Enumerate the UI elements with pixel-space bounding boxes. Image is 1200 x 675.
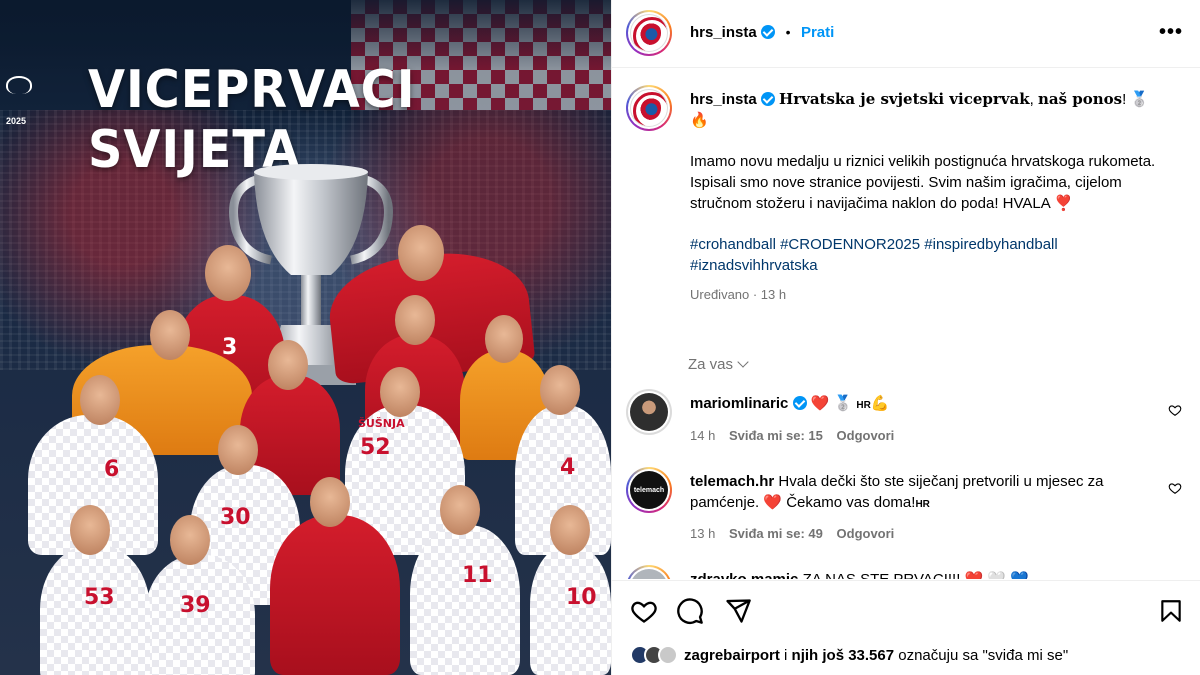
verified-badge-icon: [792, 396, 807, 410]
follow-button[interactable]: Prati: [801, 24, 834, 41]
bookmark-icon[interactable]: [1158, 597, 1184, 625]
likes-count[interactable]: njih još 33.567: [792, 647, 895, 664]
comment-username[interactable]: telemach.hr: [690, 473, 774, 490]
verified-badge-icon: [761, 25, 776, 39]
avatar[interactable]: [626, 389, 672, 435]
comment-username[interactable]: mariomlinaric: [690, 395, 788, 412]
post-image[interactable]: 2025 VICEPRVACI SVIJETA 3 52 ŠUŠNJA 6 4 …: [0, 0, 611, 675]
comment-item: mariomlinaric ❤️ 🥈 HR💪 14 h Sviđa mi se:…: [626, 389, 1186, 449]
for-you-dropdown[interactable]: Za vas: [688, 356, 749, 373]
post-header: hrs_insta • Prati •••: [612, 0, 1200, 68]
post-side-panel: hrs_insta • Prati ••• hrs_insta Hrvatska…: [611, 0, 1200, 675]
comment-icon[interactable]: [676, 597, 704, 625]
liker-avatar: [658, 645, 678, 665]
avatar[interactable]: telemach: [626, 467, 672, 513]
caption-body: Imamo novu medalju u riznici velikih pos…: [690, 153, 1156, 212]
share-icon[interactable]: [724, 597, 752, 625]
ellipsis-icon[interactable]: •••: [1159, 22, 1183, 42]
heart-icon[interactable]: [630, 597, 658, 625]
handball-logo-icon: [6, 76, 32, 94]
comment-likes-count[interactable]: Sviđa mi se: 49: [729, 526, 823, 541]
caption-username[interactable]: hrs_insta: [690, 91, 757, 108]
comment-item: zdravko.mamic ZA NAS STE PRVACI!!! ❤️ 🤍 …: [626, 565, 1186, 579]
chevron-down-icon: [737, 356, 749, 368]
reply-button[interactable]: Odgovori: [837, 526, 895, 541]
hrs-logo-icon: [630, 89, 668, 127]
caption-avatar[interactable]: [626, 85, 672, 131]
likes-summary: zagrebairport i njih još 33.567 označuju…: [630, 645, 1068, 665]
hrs-logo-icon: [630, 14, 668, 52]
avatar[interactable]: [626, 10, 672, 56]
header-username[interactable]: hrs_insta: [690, 24, 757, 41]
fire-emoji: 🔥: [690, 112, 709, 129]
reply-button[interactable]: Odgovori: [837, 428, 895, 443]
comment-item: telemach telemach.hr Hvala dečki što ste…: [626, 467, 1186, 547]
comment-like-heart-icon[interactable]: [1168, 403, 1182, 417]
first-liker-username[interactable]: zagrebairport: [684, 647, 780, 664]
post-actions-bar: zagrebairport i njih još 33.567 označuju…: [612, 580, 1200, 675]
caption-hashtags[interactable]: #crohandball #CRODENNOR2025 #inspiredbyh…: [690, 234, 1186, 276]
comments-scroll-area[interactable]: hrs_insta Hrvatska je svjetski viceprvak…: [612, 69, 1200, 579]
avatar[interactable]: [626, 565, 672, 579]
championship-logo: 2025: [6, 76, 40, 140]
event-year: 2025: [6, 116, 27, 126]
comment-username[interactable]: zdravko.mamic: [690, 571, 798, 579]
team-players-group: 3 52 ŠUŠNJA 6 4 30 39 53 11 10: [0, 225, 611, 675]
telemach-logo-icon: telemach: [633, 486, 665, 494]
verified-badge-icon: [760, 92, 775, 106]
comment-like-heart-icon[interactable]: [1168, 481, 1182, 495]
edited-timestamp: Uređivano · 13 h: [690, 287, 787, 302]
instagram-post-dialog: 2025 VICEPRVACI SVIJETA 3 52 ŠUŠNJA 6 4 …: [0, 0, 1200, 675]
comment-likes-count[interactable]: Sviđa mi se: 15: [729, 428, 823, 443]
